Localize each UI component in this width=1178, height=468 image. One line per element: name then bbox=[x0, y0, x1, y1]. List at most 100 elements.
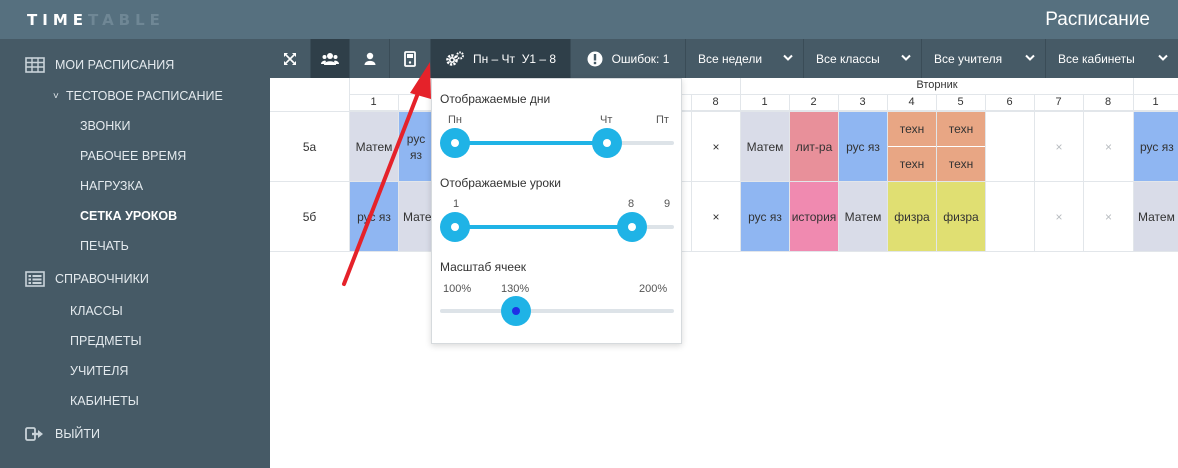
display-settings-button[interactable]: Пн – Чт У1 – 8 bbox=[431, 39, 571, 78]
sidebar-label: ТЕСТОВОЕ РАСПИСАНИЕ bbox=[66, 89, 223, 103]
logout-icon bbox=[25, 427, 43, 441]
days-slider-label: Отображаемые дни bbox=[440, 92, 551, 106]
lesson-cell[interactable]: Матем bbox=[741, 112, 789, 181]
weeks-filter-label: Все недели bbox=[698, 51, 763, 66]
sidebar-label: СЕТКА УРОКОВ bbox=[80, 209, 178, 223]
sidebar-label: ПЕЧАТЬ bbox=[80, 239, 129, 253]
lesson-cell[interactable]: физра bbox=[888, 182, 936, 251]
lesson-cell[interactable]: лит-ра bbox=[790, 112, 838, 181]
lesson-cell[interactable]: рус яз bbox=[839, 112, 887, 181]
lesson-cell[interactable]: техн bbox=[937, 147, 985, 181]
toolbar: Пн – Чт У1 – 8 Ошибок: 1 Все недели Все … bbox=[270, 39, 1178, 78]
list-icon bbox=[25, 271, 45, 287]
days-slider-end-handle[interactable] bbox=[592, 128, 622, 158]
chevron-down-icon bbox=[1158, 54, 1168, 61]
sidebar-label: ВЫЙТИ bbox=[55, 427, 101, 441]
lesson-number: 4 bbox=[908, 96, 915, 108]
empty-lesson-cell[interactable]: × bbox=[1084, 112, 1133, 181]
sidebar-label: КАБИНЕТЫ bbox=[70, 394, 139, 408]
logo-text-time: TIME bbox=[27, 11, 88, 29]
gears-icon bbox=[446, 51, 464, 66]
sidebar-label: МОИ РАСПИСАНИЯ bbox=[55, 58, 175, 72]
lessons-slider-start-handle[interactable] bbox=[440, 212, 470, 242]
empty-lesson-cell[interactable]: × bbox=[1035, 182, 1083, 251]
lesson-cell[interactable]: техн bbox=[888, 112, 936, 146]
empty-lesson-cell[interactable]: × bbox=[692, 112, 740, 181]
lesson-cell[interactable]: Матем bbox=[839, 182, 887, 251]
view-rooms-button[interactable] bbox=[390, 39, 431, 78]
empty-lesson-cell[interactable]: × bbox=[1035, 112, 1083, 181]
sidebar-label: РАБОЧЕЕ ВРЕМЯ bbox=[80, 149, 187, 163]
lesson-cell[interactable]: история bbox=[790, 182, 838, 251]
errors-button[interactable]: Ошибок: 1 bbox=[571, 39, 686, 78]
user-icon bbox=[364, 52, 375, 65]
view-classes-button[interactable] bbox=[311, 39, 350, 78]
lessons-slider-end-handle[interactable] bbox=[617, 212, 647, 242]
chevron-down-icon bbox=[1025, 54, 1035, 61]
chevron-down-icon: ˅ bbox=[53, 90, 59, 102]
lessons-tick-9: 9 bbox=[664, 198, 671, 210]
scale-tick-min: 100% bbox=[443, 283, 472, 295]
lesson-cell[interactable]: рус яз bbox=[399, 112, 431, 181]
view-teachers-button[interactable] bbox=[350, 39, 390, 78]
lesson-number: 6 bbox=[1006, 96, 1013, 108]
classes-filter-dropdown[interactable]: Все классы bbox=[804, 39, 922, 78]
classes-filter-label: Все классы bbox=[816, 51, 880, 66]
lessons-slider-fill bbox=[455, 225, 632, 229]
lesson-cell[interactable]: рус яз bbox=[350, 182, 398, 251]
sidebar-item-print[interactable]: ПЕЧАТЬ bbox=[0, 233, 270, 259]
days-slider-start-handle[interactable] bbox=[440, 128, 470, 158]
sidebar-item-my-schedules[interactable]: МОИ РАСПИСАНИЯ bbox=[0, 52, 270, 78]
class-label-5b: 5б bbox=[302, 209, 317, 224]
lessons-slider-label: Отображаемые уроки bbox=[440, 176, 562, 190]
empty-lesson-cell[interactable]: × bbox=[1084, 182, 1133, 251]
sidebar-label: СПРАВОЧНИКИ bbox=[55, 272, 149, 286]
lesson-cell[interactable]: физра bbox=[937, 182, 985, 251]
scale-slider-track[interactable] bbox=[440, 309, 674, 313]
grid-icon bbox=[25, 57, 45, 73]
sidebar-item-work-time[interactable]: РАБОЧЕЕ ВРЕМЯ bbox=[0, 143, 270, 169]
sidebar-item-references[interactable]: СПРАВОЧНИКИ bbox=[0, 266, 270, 292]
sidebar-item-rooms[interactable]: КАБИНЕТЫ bbox=[0, 388, 270, 414]
sidebar-item-classes[interactable]: КЛАССЫ bbox=[0, 298, 270, 324]
teachers-filter-dropdown[interactable]: Все учителя bbox=[922, 39, 1046, 78]
weeks-filter-dropdown[interactable]: Все недели bbox=[686, 39, 804, 78]
sidebar-item-lesson-grid[interactable]: СЕТКА УРОКОВ bbox=[0, 203, 270, 229]
sidebar-label: УЧИТЕЛЯ bbox=[70, 364, 129, 378]
page-title: Расписание bbox=[1045, 9, 1150, 30]
lesson-cell[interactable]: Матем bbox=[399, 182, 431, 251]
lessons-tick-8: 8 bbox=[628, 198, 635, 210]
lesson-cell[interactable]: Матем bbox=[350, 112, 398, 181]
lessons-tick-1: 1 bbox=[453, 198, 460, 210]
logo-text-table: TABLE bbox=[88, 11, 165, 29]
users-icon bbox=[321, 52, 339, 65]
sidebar-item-subjects[interactable]: ПРЕДМЕТЫ bbox=[0, 328, 270, 354]
sidebar-label: ПРЕДМЕТЫ bbox=[70, 334, 142, 348]
class-label-5a: 5а bbox=[302, 139, 317, 154]
app-window: TIMETABLE Расписание МОИ РАСПИСАНИЯ ˅ ТЕ… bbox=[0, 0, 1178, 468]
sidebar-label: НАГРУЗКА bbox=[80, 179, 144, 193]
lesson-cell[interactable]: рус яз bbox=[1134, 112, 1178, 181]
scale-slider-handle[interactable] bbox=[501, 296, 531, 326]
days-tick-fri: Пт bbox=[656, 114, 669, 126]
days-slider-fill bbox=[455, 141, 607, 145]
logo[interactable]: TIMETABLE bbox=[27, 11, 165, 29]
sidebar-item-logout[interactable]: ВЫЙТИ bbox=[0, 421, 270, 447]
day-header-tuesday: Вторник bbox=[916, 79, 958, 91]
lesson-number: 1 bbox=[761, 96, 768, 108]
lesson-cell[interactable]: техн bbox=[937, 112, 985, 146]
lesson-cell[interactable]: рус яз bbox=[741, 182, 789, 251]
sidebar-item-teachers[interactable]: УЧИТЕЛЯ bbox=[0, 358, 270, 384]
lesson-number: 2 bbox=[810, 96, 817, 108]
lesson-cell[interactable]: Матем bbox=[1134, 182, 1178, 251]
sidebar-item-test-schedule[interactable]: ˅ ТЕСТОВОЕ РАСПИСАНИЕ bbox=[0, 83, 270, 109]
rooms-filter-dropdown[interactable]: Все кабинеты bbox=[1046, 39, 1178, 78]
fullscreen-button[interactable] bbox=[270, 39, 311, 78]
sidebar: МОИ РАСПИСАНИЯ ˅ ТЕСТОВОЕ РАСПИСАНИЕ ЗВО… bbox=[0, 39, 270, 468]
lesson-cell[interactable]: техн bbox=[888, 147, 936, 181]
sidebar-item-bells[interactable]: ЗВОНКИ bbox=[0, 113, 270, 139]
scale-tick-current: 130% bbox=[501, 283, 530, 295]
lesson-number: 3 bbox=[859, 96, 866, 108]
empty-lesson-cell[interactable]: × bbox=[692, 182, 740, 251]
sidebar-item-load[interactable]: НАГРУЗКА bbox=[0, 173, 270, 199]
